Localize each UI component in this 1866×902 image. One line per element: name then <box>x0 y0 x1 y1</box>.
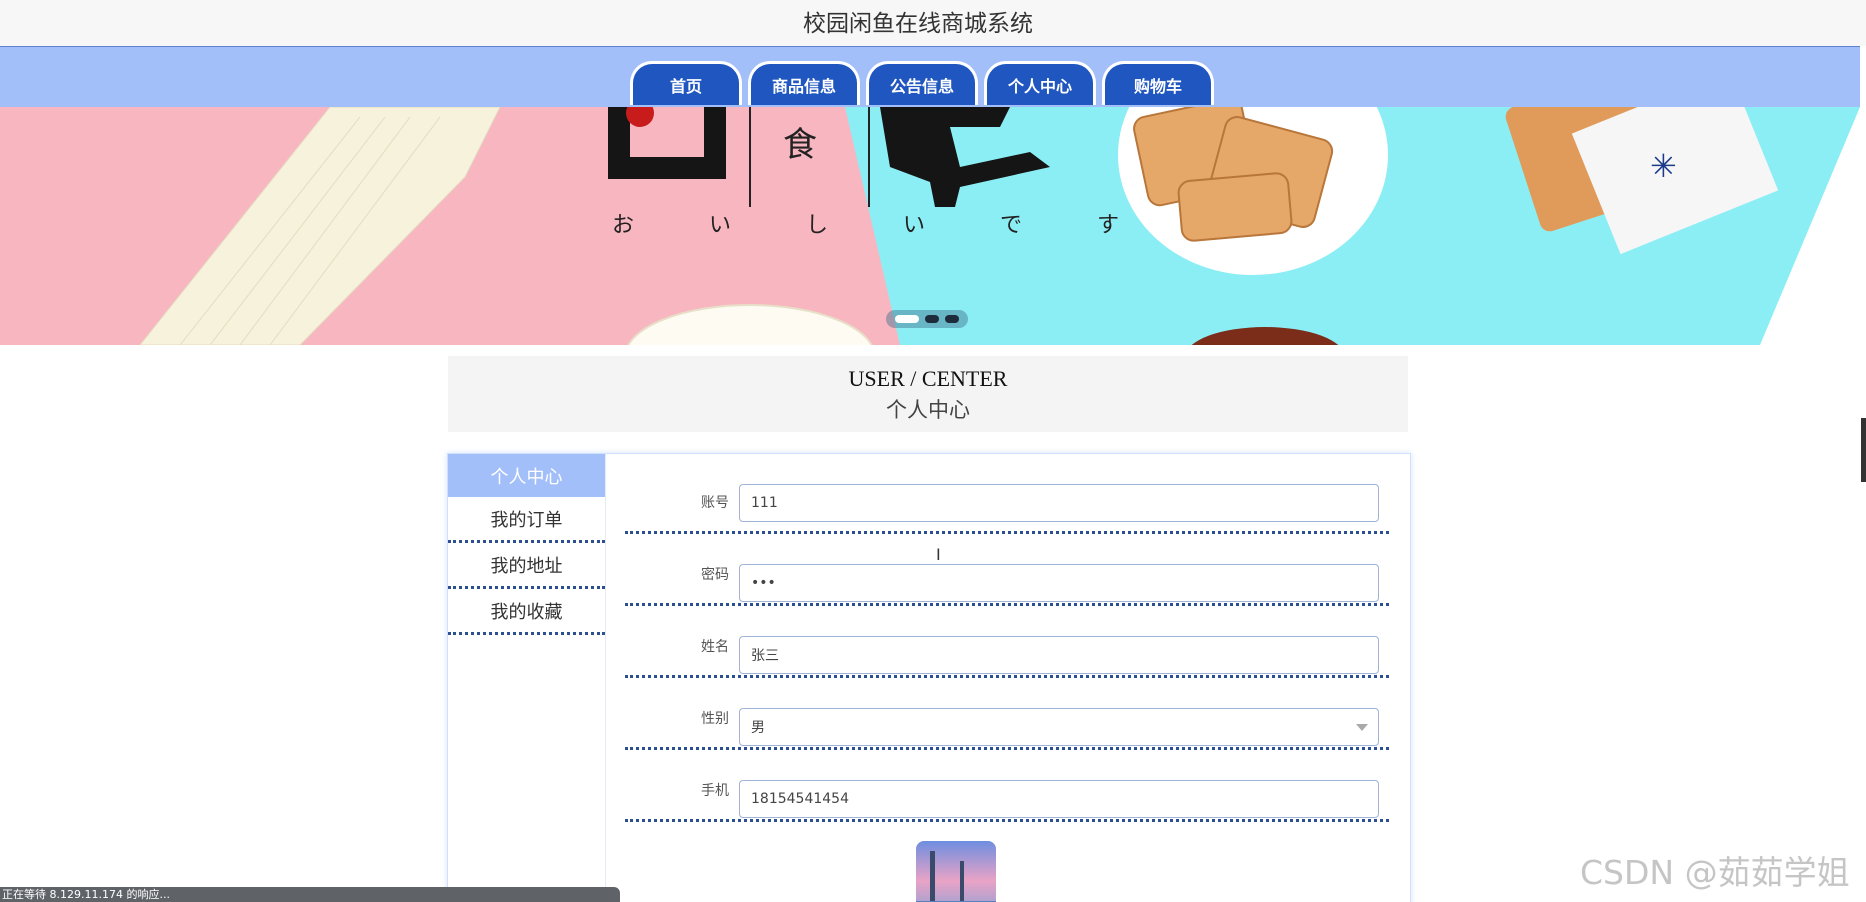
nav-tab-home[interactable]: 首页 <box>630 61 742 105</box>
side-menu: 个人中心 我的订单 我的地址 我的收藏 <box>448 454 606 902</box>
chevron-down-icon <box>1356 724 1368 731</box>
account-label: 账号 <box>701 495 729 511</box>
main-nav: 首页 商品信息 公告信息 个人中心 购物车 <box>0 46 1860 108</box>
carousel-dot-3[interactable] <box>945 315 959 323</box>
svg-text:✳: ✳ <box>1650 147 1677 185</box>
password-input[interactable] <box>739 564 1379 602</box>
form-row-account: 账号 <box>625 454 1389 534</box>
section-header: USER / CENTER 个人中心 <box>448 356 1408 432</box>
watermark: CSDN @茹茹学姐 <box>1580 853 1850 892</box>
banner-hiragana-text: お い し い で す <box>612 213 1153 238</box>
menu-item-my-orders[interactable]: 我的订单 <box>448 497 605 543</box>
form-row-gender: 性别 男 <box>625 678 1389 750</box>
nav-tab-personal-center[interactable]: 个人中心 <box>984 61 1096 105</box>
nav-tab-announcements[interactable]: 公告信息 <box>866 61 978 105</box>
phone-input[interactable] <box>739 780 1379 818</box>
banner-carousel[interactable]: ✳ 食 お い し い で す <box>0 107 1860 345</box>
gender-select[interactable]: 男 <box>739 708 1379 746</box>
phone-label: 手机 <box>701 783 729 799</box>
form-row-password: 密码 <box>625 534 1389 606</box>
gender-selected-value: 男 <box>751 720 765 736</box>
site-title: 校园闲鱼在线商城系统 <box>803 11 1033 37</box>
page: 校园闲鱼在线商城系统 首页 商品信息 公告信息 个人中心 购物车 ✳ 食 お い… <box>0 0 1866 902</box>
form-row-name: 姓名 <box>625 606 1389 678</box>
scrollbar-thumb[interactable] <box>1861 418 1866 482</box>
account-input[interactable] <box>739 484 1379 522</box>
carousel-indicators <box>886 310 968 328</box>
section-title-cn: 个人中心 <box>886 398 970 422</box>
site-title-bar: 校园闲鱼在线商城系统 <box>0 0 1866 46</box>
status-bar: 正在等待 8.129.11.174 的响应... <box>0 887 620 902</box>
nav-list: 首页 商品信息 公告信息 个人中心 购物车 <box>630 61 1214 107</box>
section-title-en: USER / CENTER <box>848 366 1008 391</box>
menu-item-personal-center[interactable]: 个人中心 <box>448 454 605 497</box>
carousel-dot-2[interactable] <box>925 315 939 323</box>
menu-item-my-favorites[interactable]: 我的收藏 <box>448 589 605 635</box>
avatar-image[interactable] <box>916 841 996 902</box>
name-label: 姓名 <box>701 639 729 655</box>
user-center-panel: 个人中心 我的订单 我的地址 我的收藏 账号 密码 姓名 性别 男 <box>447 453 1411 902</box>
carousel-dot-1[interactable] <box>895 315 919 323</box>
nav-tab-products[interactable]: 商品信息 <box>748 61 860 105</box>
name-input[interactable] <box>739 636 1379 674</box>
nav-tab-cart[interactable]: 购物车 <box>1102 61 1214 105</box>
avatar-photo <box>916 841 996 902</box>
menu-item-my-addresses[interactable]: 我的地址 <box>448 543 605 589</box>
password-label: 密码 <box>701 567 729 583</box>
form-row-phone: 手机 <box>625 750 1389 822</box>
gender-label: 性别 <box>701 711 729 727</box>
profile-form: 账号 密码 姓名 性别 男 手机 <box>625 454 1389 902</box>
text-cursor-icon: I <box>936 545 941 564</box>
banner-food-text: 食 <box>783 125 817 165</box>
